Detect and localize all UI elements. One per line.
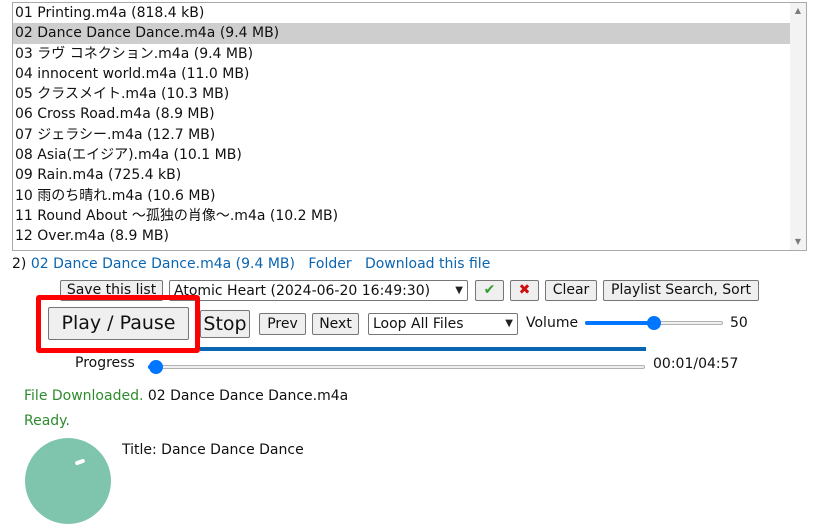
current-file-link[interactable]: 02 Dance Dance Dance.m4a (9.4 MB) [31, 256, 295, 272]
playlist-select-value: Atomic Heart (2024-06-20 16:49:30) [174, 283, 431, 299]
album-art-mark [74, 458, 86, 466]
album-art [25, 438, 111, 524]
track-title: Title: Dance Dance Dance [122, 442, 304, 458]
current-index: 2) [12, 256, 27, 272]
stop-button[interactable]: Stop [200, 310, 250, 338]
playlist-items: 01 Printing.m4a (818.4 kB) 02 Dance Dance… [13, 3, 790, 250]
playlist-item[interactable]: 06 Cross Road.m4a (8.9 MB) [13, 104, 790, 124]
playlist-listbox[interactable]: 01 Printing.m4a (818.4 kB) 02 Dance Dance… [12, 2, 807, 251]
progress-label: Progress [75, 355, 135, 371]
playlist-item[interactable]: 08 Asia(エイジア).m4a (10.1 MB) [13, 145, 790, 165]
progress-time: 00:01/04:57 [653, 356, 739, 372]
playlist-item[interactable]: 03 ラヴ コネクション.m4a (9.4 MB) [13, 44, 790, 64]
volume-slider-thumb[interactable] [647, 316, 661, 330]
playlist-item[interactable]: 11 Round About ～孤独の肖像～.m4a (10.2 MB) [13, 206, 790, 226]
playlist-scrollbar[interactable]: ▲ ▼ [790, 3, 806, 250]
ready-status: Ready. [24, 413, 70, 429]
current-file-info: 2) 02 Dance Dance Dance.m4a (9.4 MB) Fol… [12, 256, 490, 272]
playlist-item[interactable]: 01 Printing.m4a (818.4 kB) [13, 3, 790, 23]
download-status: File Downloaded. 02 Dance Dance Dance.m4… [24, 388, 348, 404]
playlist-item[interactable]: 10 雨のち晴れ.m4a (10.6 MB) [13, 186, 790, 206]
playlist-search-button[interactable]: Playlist Search, Sort [603, 280, 759, 301]
delete-button[interactable]: ✖ [510, 280, 539, 301]
volume-label: Volume [526, 315, 579, 331]
scroll-up-icon[interactable]: ▲ [790, 3, 806, 19]
progress-slider[interactable] [148, 360, 645, 374]
playlist-item[interactable]: 09 Rain.m4a (725.4 kB) [13, 165, 790, 185]
playlist-item[interactable]: 05 クラスメイト.m4a (10.3 MB) [13, 84, 790, 104]
playlist-item[interactable]: 12 Over.m4a (8.9 MB) [13, 226, 790, 246]
volume-value: 50 [730, 315, 748, 331]
loop-mode-value: Loop All Files [373, 316, 464, 332]
chevron-down-icon: ▼ [505, 318, 513, 329]
download-link[interactable]: Download this file [365, 256, 490, 272]
play-pause-button[interactable]: Play / Pause [48, 307, 189, 340]
folder-link[interactable]: Folder [308, 256, 351, 272]
download-status-file: 02 Dance Dance Dance.m4a [147, 388, 349, 404]
download-status-label: File Downloaded. [24, 388, 144, 404]
progress-separator [200, 347, 646, 351]
prev-button[interactable]: Prev [259, 313, 306, 335]
check-icon: ✔ [483, 282, 496, 298]
playlist-select[interactable]: Atomic Heart (2024-06-20 16:49:30) ▼ [169, 280, 468, 301]
clear-button[interactable]: Clear [545, 280, 597, 301]
playlist-item[interactable]: 02 Dance Dance Dance.m4a (9.4 MB) [13, 23, 790, 44]
progress-slider-thumb[interactable] [149, 360, 163, 374]
chevron-down-icon: ▼ [455, 285, 463, 296]
scroll-down-icon[interactable]: ▼ [790, 234, 806, 250]
volume-slider[interactable] [585, 316, 723, 330]
cross-icon: ✖ [518, 282, 531, 298]
playlist-item[interactable]: 07 ジェラシー.m4a (12.7 MB) [13, 125, 790, 145]
loop-mode-select[interactable]: Loop All Files ▼ [368, 313, 518, 335]
next-button[interactable]: Next [312, 313, 359, 335]
confirm-button[interactable]: ✔ [475, 280, 504, 301]
playlist-item[interactable]: 04 innocent world.m4a (11.0 MB) [13, 64, 790, 84]
